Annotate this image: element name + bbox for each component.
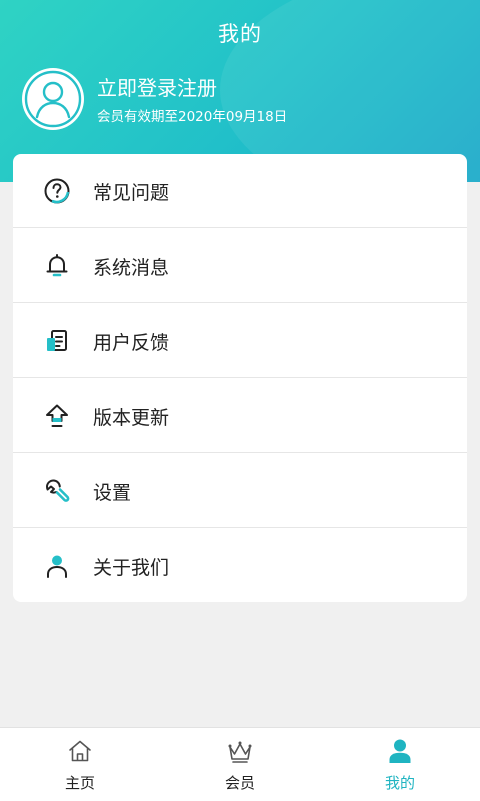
- menu-item-label: 设置: [93, 482, 132, 504]
- tab-label: 会员: [224, 774, 255, 792]
- avatar[interactable]: [22, 68, 84, 130]
- home-icon: [69, 740, 91, 762]
- menu-item-label: 用户反馈: [93, 332, 170, 354]
- bell-icon: [46, 254, 68, 277]
- question-circle-icon: [44, 178, 70, 204]
- menu-item-label: 常见问题: [93, 182, 170, 204]
- upload-arrow-icon: [46, 404, 68, 427]
- tab-label: 我的: [384, 774, 415, 792]
- menu-item-system-messages[interactable]: 系统消息: [13, 229, 467, 303]
- feedback-icon: [47, 330, 67, 351]
- menu-item-label: 系统消息: [93, 257, 170, 279]
- divider: [13, 227, 467, 228]
- menu-item-version-update[interactable]: 版本更新: [13, 379, 467, 453]
- menu-card: 常见问题 系统消息 用户反馈 版本更新 设置 关于我们: [13, 154, 467, 602]
- tab-membership[interactable]: 会员: [160, 728, 320, 801]
- bottom-tab-bar: 主页 会员 我的: [0, 727, 480, 801]
- menu-item-settings[interactable]: 设置: [13, 454, 467, 528]
- tab-mine[interactable]: 我的: [320, 728, 480, 801]
- divider: [13, 452, 467, 453]
- divider: [13, 302, 467, 303]
- divider: [13, 527, 467, 528]
- login-register-link[interactable]: 立即登录注册: [97, 72, 217, 101]
- tab-label: 主页: [64, 774, 95, 792]
- menu-item-label: 关于我们: [93, 557, 170, 579]
- menu-item-feedback[interactable]: 用户反馈: [13, 304, 467, 378]
- crown-icon: [228, 741, 252, 763]
- avatar-person-icon: [24, 70, 82, 128]
- page-title: 我的: [218, 22, 262, 46]
- wrench-icon: [46, 479, 70, 502]
- divider: [13, 377, 467, 378]
- menu-item-about-us[interactable]: 关于我们: [13, 529, 467, 602]
- tab-home[interactable]: 主页: [0, 728, 160, 801]
- person-icon: [47, 555, 67, 578]
- user-icon: [389, 739, 411, 763]
- menu-item-faq[interactable]: 常见问题: [13, 154, 467, 228]
- menu-item-label: 版本更新: [93, 407, 170, 429]
- member-expiry-text: 会员有效期至2020年09月18日: [97, 109, 288, 125]
